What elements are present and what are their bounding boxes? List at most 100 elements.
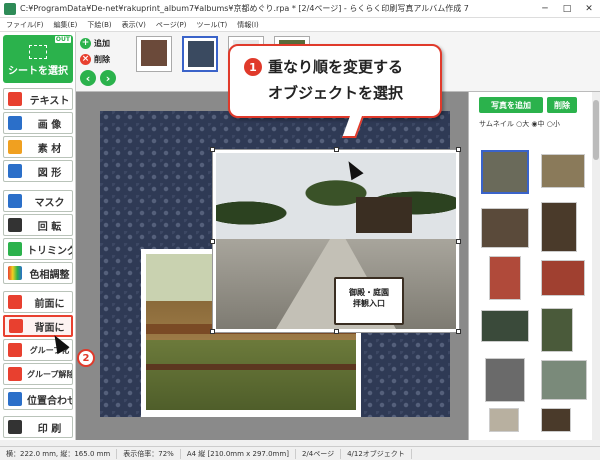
photo-thumbnail[interactable] [489, 256, 521, 300]
photo-thumbnail[interactable] [485, 358, 525, 402]
step-number-badge: 1 [244, 58, 262, 76]
window-title: C:¥ProgramData¥De-net¥rakuprint_album7¥a… [20, 4, 469, 13]
text-tool-button[interactable]: テキスト [3, 88, 73, 110]
group-icon [8, 343, 22, 357]
photo-thumbnail[interactable] [541, 408, 571, 432]
send-back-button[interactable]: 背面に [3, 315, 73, 337]
resize-handle[interactable] [456, 329, 461, 334]
menu-bar: ファイル(F) 編集(E) 下絵(B) 表示(V) ページ(P) ツール(T) … [0, 18, 600, 32]
color-palette-icon [8, 266, 22, 280]
close-icon[interactable]: ✕ [578, 0, 600, 18]
tool-label: トリミング [27, 245, 72, 257]
photo-thumbnail[interactable] [541, 260, 585, 296]
ungroup-button[interactable]: グループ解除 [3, 363, 73, 385]
album-page[interactable]: 御殿・庭園 拝観入口 [100, 111, 461, 417]
app-icon [4, 2, 16, 15]
material-tool-button[interactable]: 素 材 [3, 136, 73, 158]
resize-handle[interactable] [210, 239, 215, 244]
align-icon [8, 392, 22, 406]
align-button[interactable]: 位置合わせ [3, 388, 73, 410]
resize-handle[interactable] [456, 239, 461, 244]
delete-photo-button[interactable]: 削除 [547, 97, 577, 113]
resize-handle[interactable] [334, 147, 339, 152]
tool-label: 画 像 [37, 119, 62, 131]
star-icon [8, 140, 22, 154]
photo-thumbnail[interactable] [541, 202, 577, 252]
tool-label: 位置合わせ [27, 395, 72, 407]
tool-label: マスク [34, 197, 65, 209]
shape-icon [8, 164, 22, 178]
page-thumbnail-selected[interactable] [182, 36, 218, 72]
minimize-icon[interactable]: ─ [534, 0, 556, 18]
select-sheet-label: シートを選択 [8, 66, 68, 77]
trimming-tool-button[interactable]: トリミング [3, 238, 73, 260]
status-bar: 横：222.0 mm, 縦：165.0 mm 表示倍率：72% A4 縦 [21… [0, 446, 600, 460]
tool-panel: OUT シートを選択 テキスト 画 像 素 材 図 形 マスク 回 転 トリミン… [0, 32, 76, 440]
rotate-icon [8, 218, 22, 232]
tool-label: 色相調整 [29, 269, 70, 281]
status-paper: A4 縦 [210.0mm x 297.0mm] [181, 448, 296, 459]
tool-label: 素 材 [37, 143, 62, 155]
instruction-callout: 1 重なり順を変更する オブジェクトを選択 [228, 44, 442, 138]
add-photo-button[interactable]: 写真を追加 [479, 97, 543, 113]
resize-handle[interactable] [456, 147, 461, 152]
hue-adjust-tool-button[interactable]: 色相調整 [3, 262, 73, 284]
image-icon [8, 116, 22, 130]
tool-label: 回 転 [37, 221, 62, 233]
resize-handle[interactable] [334, 329, 339, 334]
menu-tools[interactable]: ツール(T) [196, 20, 227, 30]
menu-page[interactable]: ページ(P) [156, 20, 187, 30]
bring-front-button[interactable]: 前面に [3, 291, 73, 313]
scrollbar-thumb[interactable] [593, 100, 599, 160]
status-page: 2/4ページ [296, 448, 342, 459]
out-badge: OUT [54, 36, 71, 43]
x-icon: × [80, 53, 91, 65]
window-controls: ─ □ ✕ [534, 0, 600, 18]
photo-panel-scrollbar[interactable] [592, 92, 600, 440]
photo-thumbnail[interactable] [541, 360, 587, 400]
callout-line1: 重なり順を変更する [268, 58, 404, 76]
image-tool-button[interactable]: 画 像 [3, 112, 73, 134]
sign-line2: 拝観入口 [353, 299, 385, 308]
photo-thumbnail-grid [479, 132, 591, 432]
selection-icon [29, 45, 47, 59]
gate [356, 197, 412, 233]
photo-thumbnail[interactable] [541, 308, 573, 352]
thumbnail-size-options[interactable]: サムネイル ○大 ◉中 ○小 [479, 119, 560, 129]
tool-label: 印 刷 [37, 423, 62, 435]
ungroup-icon [8, 367, 22, 381]
add-page-button[interactable]: + 追加 [80, 36, 110, 50]
photo-thumbnail[interactable] [481, 208, 529, 248]
photo-thumbnail[interactable] [489, 408, 519, 432]
trees [216, 153, 456, 243]
page-thumbnail[interactable] [136, 36, 172, 72]
resize-handle[interactable] [210, 329, 215, 334]
mask-icon [8, 194, 22, 208]
sign-line1: 御殿・庭園 [349, 288, 389, 297]
maximize-icon[interactable]: □ [556, 0, 578, 18]
tool-label: グループ解除 [27, 369, 72, 379]
photo-thumbnail[interactable] [481, 310, 529, 342]
temple-image: 御殿・庭園 拝観入口 [216, 153, 456, 329]
photo-thumbnail[interactable] [541, 154, 585, 188]
delete-page-label: 削除 [94, 54, 110, 64]
mask-tool-button[interactable]: マスク [3, 190, 73, 212]
menu-edit[interactable]: 編集(E) [54, 20, 78, 30]
select-sheet-button[interactable]: OUT シートを選択 [3, 35, 73, 83]
photo-thumbnail-selected[interactable] [481, 150, 529, 194]
tool-label: 前面に [34, 298, 65, 310]
rotate-tool-button[interactable]: 回 転 [3, 214, 73, 236]
status-zoom: 表示倍率：72% [117, 448, 181, 459]
menu-info[interactable]: 情報(I) [237, 20, 259, 30]
photo-temple-garden[interactable]: 御殿・庭園 拝観入口 [210, 147, 461, 334]
shape-tool-button[interactable]: 図 形 [3, 160, 73, 182]
menu-background[interactable]: 下絵(B) [87, 20, 111, 30]
prev-page-icon[interactable]: ‹ [80, 70, 96, 86]
next-page-icon[interactable]: › [100, 70, 116, 86]
menu-file[interactable]: ファイル(F) [6, 20, 44, 30]
print-button[interactable]: 印 刷 [3, 416, 73, 438]
resize-handle[interactable] [210, 147, 215, 152]
menu-view[interactable]: 表示(V) [122, 20, 146, 30]
delete-page-button[interactable]: × 削除 [80, 52, 110, 66]
plus-icon: + [80, 37, 91, 49]
